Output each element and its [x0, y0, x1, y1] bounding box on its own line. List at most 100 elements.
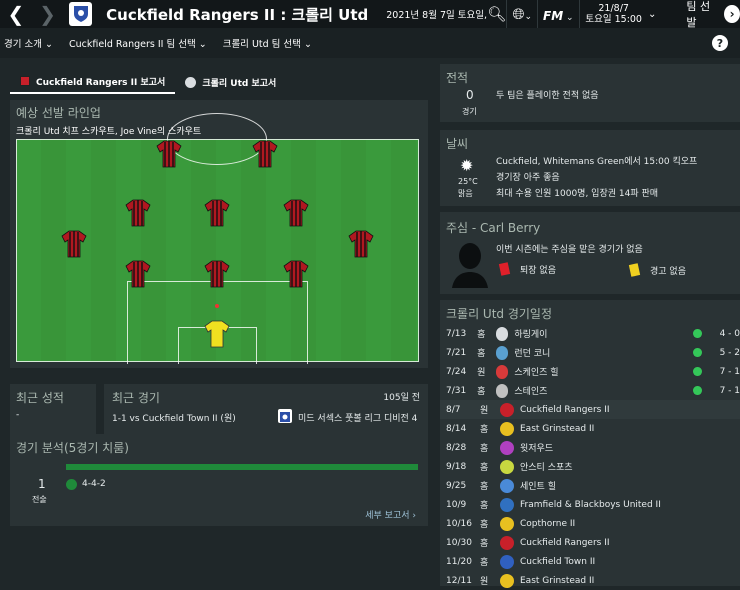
player-shirt[interactable]	[348, 230, 374, 258]
player-shirt[interactable]	[252, 140, 278, 168]
fixture-venue: 원	[477, 368, 486, 378]
fixture-venue: 홈	[480, 425, 489, 435]
fixture-row[interactable]: 8/14 홈 East Grinstead II	[440, 419, 740, 438]
player-shirt[interactable]	[125, 260, 151, 288]
fixture-row[interactable]: 8/28 홈 윗저우드	[440, 438, 740, 457]
fixture-team[interactable]: East Grinstead II	[520, 424, 700, 434]
fixtures-title: 크롤리 Utd 경기일정	[446, 307, 553, 321]
club-badge-icon	[495, 364, 509, 379]
nav-cuckfield-select[interactable]: Cuckfield Rangers II 팀 선택 ⌄	[69, 36, 207, 50]
referee-red: 퇴장 없음	[520, 266, 556, 276]
fixture-row[interactable]: 10/16 홈 Copthorne II	[440, 514, 740, 533]
player-shirt[interactable]	[283, 199, 309, 227]
yellow-card-icon	[628, 263, 641, 277]
red-card-icon	[498, 262, 511, 276]
fixture-team[interactable]: 안스티 스포츠	[520, 460, 700, 473]
player-shirt[interactable]	[204, 260, 230, 288]
weather-line3: 최대 수용 인원 1000명, 입장권 14파 판매	[496, 189, 659, 199]
club-badge-icon	[495, 326, 509, 341]
analysis-formation: 4-4-2	[82, 479, 106, 489]
fixture-row[interactable]: 9/18 홈 안스티 스포츠	[440, 457, 740, 476]
back-button[interactable]: ❮	[0, 0, 32, 28]
fixture-team[interactable]: Cuckfield Rangers II	[520, 405, 700, 415]
fixture-row[interactable]: 10/9 홈 Framfield & Blackboys United II	[440, 495, 740, 514]
tab-cuckfield-report[interactable]: Cuckfield Rangers II 보고서	[10, 70, 176, 94]
player-shirt[interactable]	[61, 230, 87, 258]
recent-form-title: 최근 성적	[16, 391, 64, 405]
player-shirt[interactable]	[125, 199, 151, 227]
club-badge-icon	[500, 554, 514, 569]
formation-dot	[66, 479, 77, 490]
fixture-venue: 홈	[480, 463, 489, 473]
team-select-button[interactable]: 팀 선발	[686, 0, 716, 30]
fixture-date: 12/11	[446, 575, 472, 586]
club-badge[interactable]	[69, 2, 93, 26]
help-icon[interactable]: ?	[712, 35, 728, 51]
fixture-date: 10/30	[446, 537, 472, 548]
goalkeeper-shirt[interactable]	[204, 320, 230, 348]
fixture-row[interactable]: 7/21 홈 런던 코니 5 - 2	[440, 343, 740, 362]
fixture-team[interactable]: East Grinstead II	[520, 576, 700, 586]
fixture-row[interactable]: 9/25 홈 세인트 힐	[440, 476, 740, 495]
fm-menu[interactable]: FM ⌄	[538, 5, 578, 24]
weather-panel: 날씨 ✹ 25°C 맑음 Cuckfield, Whitemans Green에…	[440, 130, 740, 206]
fixture-venue: 원	[480, 406, 489, 416]
fixture-team[interactable]: 스테인즈	[514, 384, 679, 397]
referee-title[interactable]: 주심 - Carl Berry	[446, 219, 540, 236]
analysis-bar	[66, 464, 418, 470]
fixture-team[interactable]: 런던 코니	[514, 346, 679, 359]
sub-nav: 경기 소개 ⌄ Cuckfield Rangers II 팀 선택 ⌄ 크롤리 …	[0, 28, 740, 58]
referee-text: 이번 시즌에는 주심을 맡은 경기가 없음	[496, 245, 643, 255]
fixture-venue: 홈	[480, 501, 489, 511]
analysis-count-label: 전술	[32, 495, 47, 504]
club-badge-icon	[500, 459, 514, 474]
game-date[interactable]: 21/8/7 토요일 15:00	[579, 3, 648, 25]
result-win-dot	[693, 348, 702, 357]
detail-report-link[interactable]: 세부 보고서 ›	[365, 508, 416, 521]
sun-icon: ✹	[460, 156, 474, 175]
fixture-row[interactable]: 8/7 원 Cuckfield Rangers II	[440, 400, 740, 419]
player-shirt[interactable]	[156, 140, 182, 168]
analysis-count: 1	[38, 477, 46, 491]
fixture-venue: 원	[480, 577, 489, 587]
fixture-venue: 홈	[480, 520, 489, 530]
record-text: 두 팀은 플레이한 전적 없음	[496, 91, 599, 101]
nav-crawley-select[interactable]: 크롤리 Utd 팀 선택 ⌄	[223, 36, 312, 50]
fixture-row[interactable]: 12/11 원 East Grinstead II	[440, 571, 740, 590]
fixture-row[interactable]: 10/30 홈 Cuckfield Rangers II	[440, 533, 740, 552]
fixture-team[interactable]: Cuckfield Rangers II	[520, 538, 700, 548]
fixture-row[interactable]: 11/20 홈 Cuckfield Town II	[440, 552, 740, 571]
fixture-team[interactable]: Cuckfield Town II	[520, 557, 700, 567]
chevron-down-icon[interactable]: ⌄	[648, 9, 656, 20]
fixture-row[interactable]: 7/31 홈 스테인즈 7 - 1	[440, 381, 740, 400]
player-shirt[interactable]	[283, 260, 309, 288]
fixture-team[interactable]: 윗저우드	[520, 441, 700, 454]
fixture-date: 8/14	[446, 423, 467, 434]
fixture-venue: 홈	[480, 444, 489, 454]
fixture-row[interactable]: 7/13 홈 하링게이 4 - 0	[440, 324, 740, 343]
globe-icon[interactable]: 🌐︎⌄	[507, 5, 537, 23]
player-shirt[interactable]	[204, 199, 230, 227]
recent-match-result[interactable]: 1-1 vs Cuckfield Town II (원)	[112, 411, 236, 424]
fixture-row[interactable]: 7/24 원 스케인즈 힐 7 - 1	[440, 362, 740, 381]
fixture-team[interactable]: Copthorne II	[520, 519, 700, 529]
club-badge-icon	[500, 497, 514, 512]
search-icon[interactable]: 🔍︎	[487, 5, 506, 23]
nav-match-intro[interactable]: 경기 소개 ⌄	[4, 36, 53, 50]
analysis-panel: 경기 분석(5경기 치룸) 1 전술 4-4-2 세부 보고서 ›	[10, 434, 428, 526]
recent-match-title: 최근 경기	[112, 391, 160, 405]
fixture-team[interactable]: Framfield & Blackboys United II	[520, 500, 700, 510]
recent-match-competition[interactable]: 미드 서섹스 풋볼 리그 디비전 4	[298, 411, 417, 424]
fixture-score: 7 - 1	[719, 385, 740, 396]
fixture-score: 4 - 0	[719, 328, 740, 339]
recent-form-value: -	[16, 410, 20, 420]
club-badge-icon	[500, 535, 514, 550]
tab-crawley-report[interactable]: 크롤리 Utd 보고서	[175, 70, 286, 94]
fixture-team[interactable]: 스케인즈 힐	[514, 365, 679, 378]
continue-arrow-icon[interactable]: ›	[724, 5, 740, 23]
fixture-date: 7/21	[446, 347, 467, 358]
forward-button[interactable]: ❯	[32, 0, 64, 28]
lineup-title: 예상 선발 라인업	[16, 106, 101, 120]
fixture-team[interactable]: 하링게이	[514, 327, 679, 340]
fixture-team[interactable]: 세인트 힐	[520, 479, 700, 492]
